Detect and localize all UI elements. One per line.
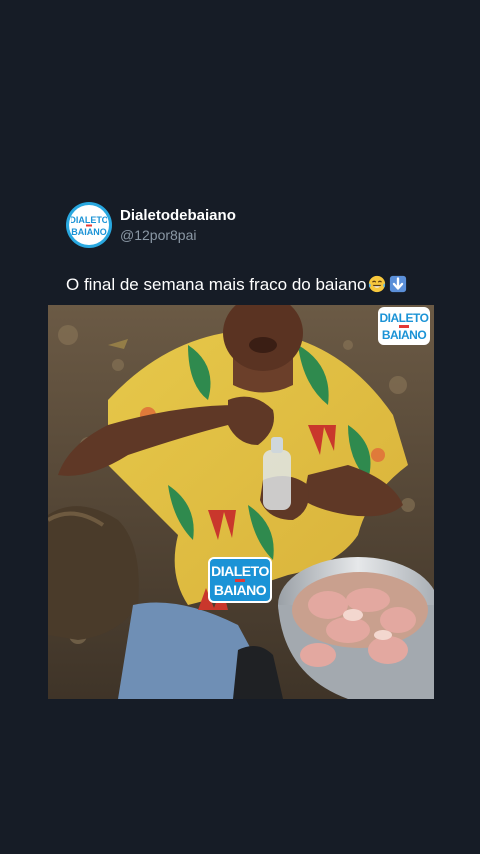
- down-arrow-icon: [389, 275, 406, 293]
- video-frame-illustration: [48, 305, 434, 699]
- avatar-logo: DIALETO BAIANO: [69, 205, 109, 245]
- post-text-line: O final de semana mais fraco do baiano: [66, 274, 407, 296]
- post-text: O final de semana mais fraco do baiano: [66, 275, 367, 294]
- face-with-tears-of-joy-icon: [368, 275, 385, 293]
- video-media[interactable]: DIALETO BAIANO DIALETO BAIANO: [48, 305, 434, 699]
- avatar[interactable]: DIALETO BAIANO: [66, 202, 112, 248]
- watermark-center-line1: DIALETO: [211, 562, 269, 579]
- dialeto-logo-icon: DIALETO BAIANO: [71, 215, 107, 237]
- post-header: DIALETO BAIANO Dialetodebaiano @12por8pa…: [66, 202, 236, 248]
- display-name[interactable]: Dialetodebaiano: [120, 206, 236, 225]
- author-names: Dialetodebaiano @12por8pai: [120, 206, 236, 244]
- watermark-corner-line2: BAIANO: [381, 327, 427, 342]
- avatar-logo-line2: BAIANO: [71, 227, 107, 237]
- watermark-corner-line1: DIALETO: [379, 310, 429, 325]
- avatar-logo-line1: DIALETO: [71, 215, 107, 225]
- watermark-logo-corner: DIALETO BAIANO: [378, 307, 430, 345]
- watermark-logo-center: DIALETO BAIANO: [208, 557, 272, 603]
- screen: DIALETO BAIANO Dialetodebaiano @12por8pa…: [0, 0, 480, 854]
- user-handle[interactable]: @12por8pai: [120, 226, 236, 244]
- watermark-center-line2: BAIANO: [213, 581, 267, 598]
